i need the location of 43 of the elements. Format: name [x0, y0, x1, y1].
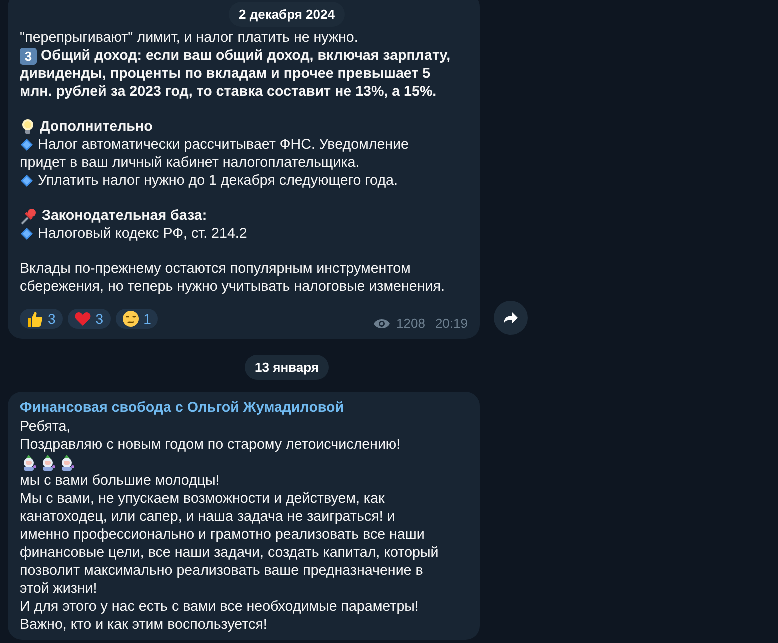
heart-icon — [74, 310, 92, 328]
message-text: Уплатить налог нужно до 1 декабря следующего года. — [38, 172, 398, 190]
emoji-face-icon — [122, 310, 140, 328]
message-text: финансовые цели, все наши задачи, создать капитал, который — [20, 544, 439, 562]
date-label: 13 января — [245, 355, 329, 380]
reaction-chip[interactable]: 1 — [116, 308, 158, 328]
message-text: Налог автоматически рассчитывает ФНС. Уведомление — [38, 136, 409, 154]
diamond-icon — [20, 138, 34, 152]
message-text: И для этого у нас есть с вами все необходимые параметры! — [20, 598, 419, 616]
message-text: "перепрыгивают" лимит, и налог платить не нужно. — [20, 28, 358, 48]
diamond-icon — [20, 174, 34, 188]
message-text: позволит максимально реализовать ваше предназначение в — [20, 562, 424, 580]
forward-arrow-icon — [503, 311, 519, 325]
message-text: млн. рублей за 2023 год, то ставка составит не 13%, а 15%. — [20, 82, 437, 102]
reaction-chip[interactable]: 3 — [68, 308, 111, 328]
forward-button[interactable] — [494, 301, 528, 335]
lightbulb-icon — [20, 118, 36, 136]
view-count: 1208 — [396, 315, 426, 333]
message-text: этой жизни! — [20, 580, 98, 598]
thumbs-up-icon — [26, 310, 44, 328]
message-text: дивиденды, проценты по вкладам и прочее превышает 5 — [20, 64, 431, 84]
message-text: Законодательная база: — [42, 206, 208, 226]
message-text: Вклады по-прежнему остаются популярным инструментом — [20, 260, 411, 278]
message-text: мы с вами большие молодцы! — [20, 472, 220, 490]
message-text: Общий доход: если ваш общий доход, включая зарплату, — [41, 46, 451, 66]
message-text: Дополнительно — [40, 118, 153, 136]
message-text: Мы с вами, не упускаем возможности и действуем, как — [20, 490, 385, 508]
message-text: канатоходец, или сапер, и наша задача не заиграться! и — [20, 508, 396, 526]
channel-name[interactable]: Финансовая свобода с Ольгой Жумадиловой — [20, 399, 468, 418]
message-text: Ребята, — [20, 418, 71, 436]
message-text: Налоговый кодекс РФ, ст. 214.2 — [38, 224, 248, 244]
message-time: 20:19 — [435, 315, 468, 333]
diamond-icon — [20, 227, 34, 241]
message-text: именно профессионально и грамотно реализовать все наши — [20, 526, 425, 544]
eye-icon — [372, 318, 391, 330]
message-text: Важно, кто и как этим воспользуется! — [20, 616, 268, 634]
date-label: 2 декабря 2024 — [229, 2, 345, 27]
message-text: сбережения, но теперь нужно учитывать налоговые изменения. — [20, 278, 445, 296]
message-text: Поздравляю с новым годом по старому летоисчислению! — [20, 436, 401, 454]
reaction-chip[interactable]: 3 — [20, 308, 63, 328]
keycap-icon: 3 — [20, 48, 37, 64]
pushpin-icon — [20, 208, 38, 224]
message-text: придет в ваш личный кабинет налогоплательщика. — [20, 154, 360, 172]
